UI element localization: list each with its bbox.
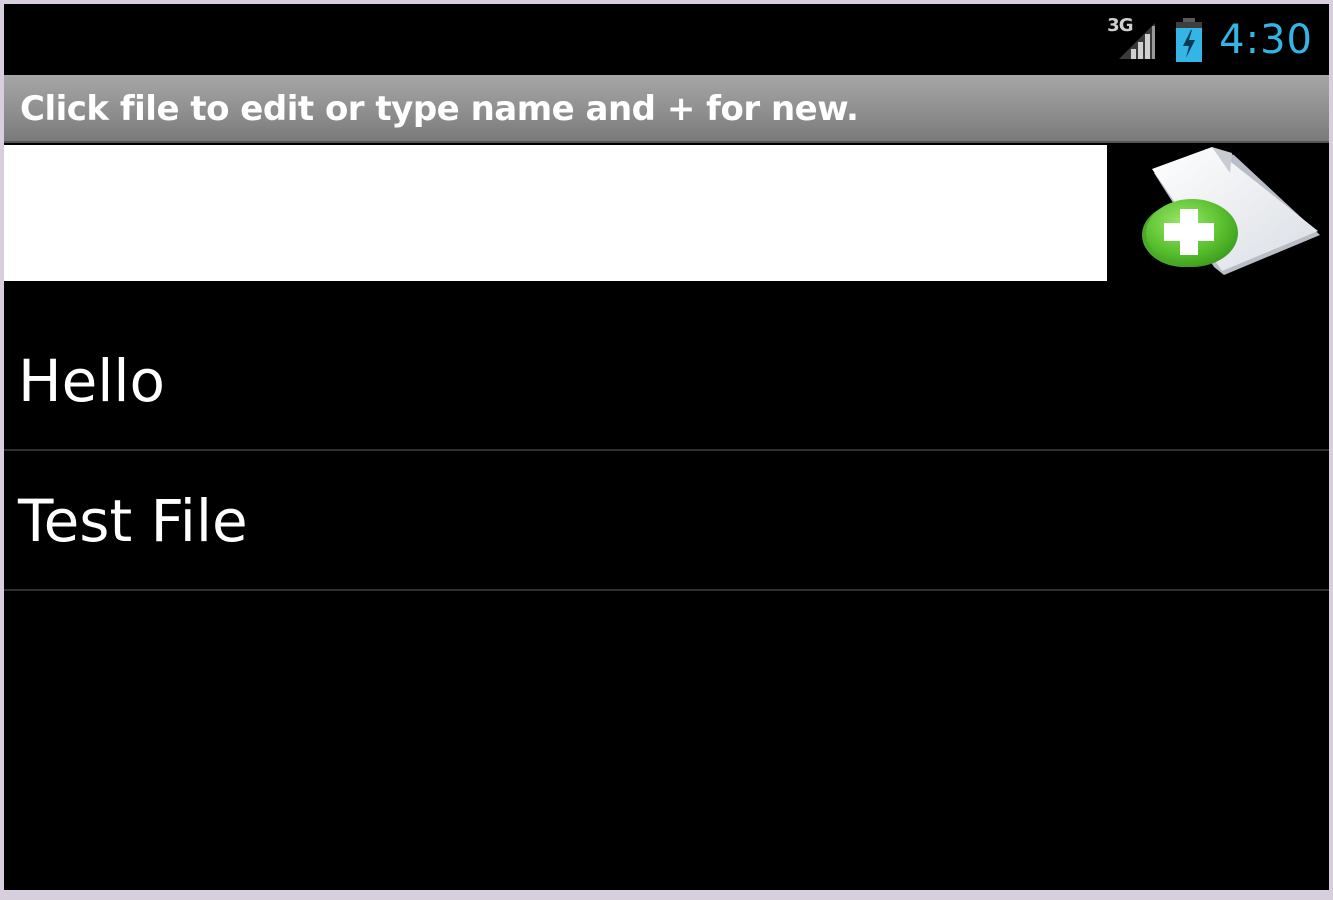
status-icons: 3G 4:30 <box>1107 14 1313 66</box>
app-screen: 3G 4:30 Click file to edit or type name … <box>4 4 1329 890</box>
battery-charging-icon <box>1176 18 1203 62</box>
file-name-input[interactable] <box>4 145 1107 281</box>
signal-strength-icon: 3G <box>1107 15 1159 63</box>
title-bar-text: Click file to edit or type name and + fo… <box>20 89 859 129</box>
add-file-icon <box>1142 147 1320 275</box>
file-name-label: Test File <box>18 487 248 555</box>
list-item[interactable]: Hello <box>4 311 1329 451</box>
title-bar: Click file to edit or type name and + fo… <box>4 75 1329 143</box>
status-clock: 4:30 <box>1219 17 1313 63</box>
file-list: Hello Test File <box>4 311 1329 591</box>
add-file-button[interactable] <box>1122 145 1322 281</box>
status-bar: 3G 4:30 <box>4 4 1329 75</box>
list-item[interactable]: Test File <box>4 451 1329 591</box>
file-name-label: Hello <box>18 347 166 415</box>
new-file-row <box>4 145 1329 285</box>
